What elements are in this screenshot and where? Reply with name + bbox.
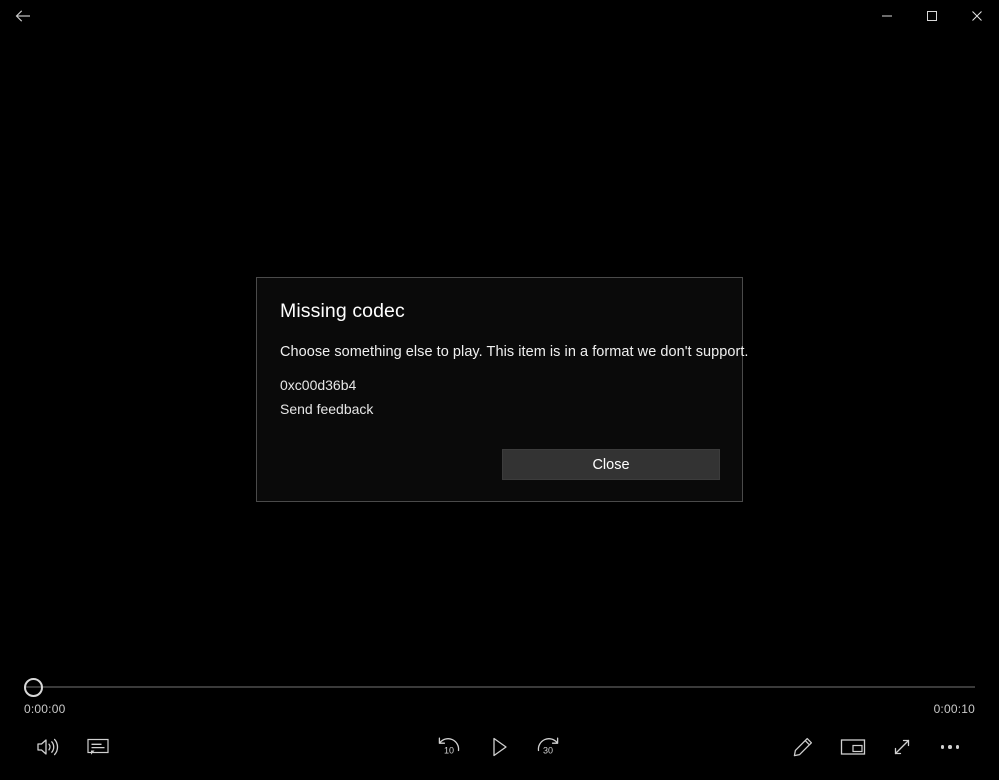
mini-player-button[interactable]: [831, 725, 875, 769]
volume-icon: [37, 738, 59, 756]
fullscreen-icon: [894, 739, 910, 755]
back-button[interactable]: [0, 0, 46, 32]
close-window-button[interactable]: [954, 0, 999, 32]
seek-thumb[interactable]: [24, 678, 43, 697]
edit-button[interactable]: [781, 725, 825, 769]
dialog-title: Missing codec: [280, 300, 405, 322]
window-controls: [864, 0, 999, 32]
close-icon: [971, 11, 982, 21]
title-bar-drag-region[interactable]: [46, 0, 864, 32]
captions-icon: [87, 738, 109, 755]
rewind-10-button[interactable]: 10: [427, 725, 471, 769]
title-bar: [0, 0, 999, 32]
player-controls: 0:00:00 0:00:10 10 30: [0, 661, 999, 780]
forward-30-button[interactable]: 30: [526, 725, 570, 769]
seek-bar[interactable]: [24, 686, 975, 688]
seek-row: 0:00:00 0:00:10: [0, 661, 999, 716]
missing-codec-dialog: Missing codec Choose something else to p…: [256, 277, 748, 502]
send-feedback-link[interactable]: Send feedback: [280, 401, 373, 417]
more-options-button[interactable]: [928, 725, 972, 769]
ellipsis-icon: [940, 745, 960, 749]
minimize-icon: [881, 15, 892, 17]
dialog-close-button[interactable]: Close: [502, 449, 720, 480]
play-button[interactable]: [477, 725, 521, 769]
rewind-10-icon: 10: [438, 737, 460, 756]
captions-button[interactable]: [76, 725, 120, 769]
fullscreen-button[interactable]: [880, 725, 924, 769]
rewind-seconds-label: 10: [444, 746, 454, 756]
maximize-button[interactable]: [909, 0, 954, 32]
movies-tv-app-window: Missing codec Choose something else to p…: [0, 0, 999, 780]
forward-30-icon: 30: [537, 737, 559, 756]
pencil-icon: [793, 737, 813, 757]
total-time-label: 0:00:10: [933, 702, 975, 716]
dialog-error-code: 0xc00d36b4: [280, 377, 357, 393]
maximize-icon: [926, 11, 937, 21]
transport-button-row: 10 30: [0, 719, 999, 780]
forward-seconds-label: 30: [543, 746, 553, 756]
play-icon: [493, 737, 507, 757]
dialog-message: Choose something else to play. This item…: [280, 344, 749, 360]
minimize-button[interactable]: [864, 0, 909, 32]
volume-button[interactable]: [26, 725, 70, 769]
current-time-label: 0:00:00: [24, 702, 66, 716]
back-arrow-icon: [15, 10, 30, 22]
mini-player-icon: [840, 739, 866, 755]
